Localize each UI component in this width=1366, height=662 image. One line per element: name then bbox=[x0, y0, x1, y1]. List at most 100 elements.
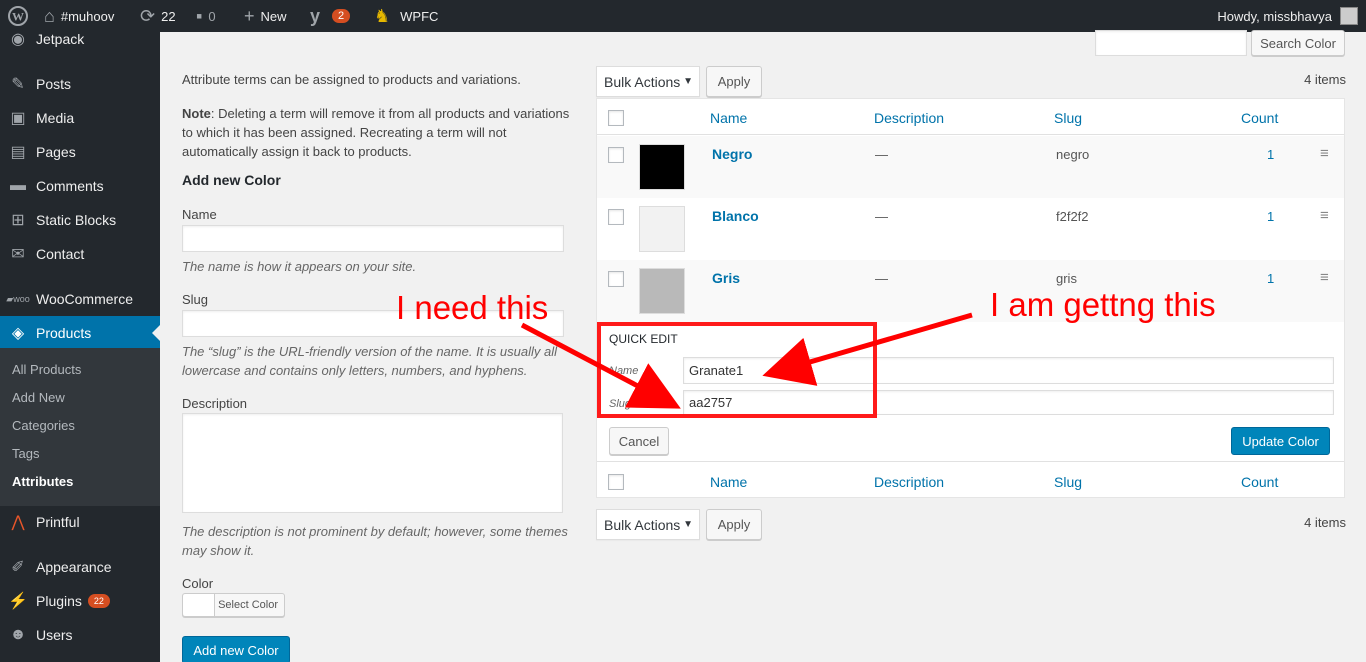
select-all-checkbox[interactable] bbox=[608, 110, 624, 126]
menu-printful[interactable]: ⋀ Printful bbox=[0, 505, 160, 539]
drag-handle-icon[interactable]: ≡ bbox=[1320, 269, 1329, 286]
intro-text: Attribute terms can be assigned to produ… bbox=[182, 72, 521, 87]
description-label: Description bbox=[182, 396, 248, 411]
name-label: Name bbox=[182, 207, 217, 222]
wpfc-link[interactable]: ♞ WPFC bbox=[374, 0, 438, 32]
select-color-button[interactable]: Select Color bbox=[182, 593, 285, 617]
yoast-icon: y bbox=[310, 5, 321, 26]
menu-appearance[interactable]: ✐ Appearance bbox=[0, 550, 160, 584]
column-name[interactable]: Name bbox=[710, 110, 747, 126]
term-name-link[interactable]: Gris bbox=[712, 270, 740, 286]
update-color-button[interactable]: Update Color bbox=[1231, 427, 1330, 455]
bulk-actions-label: Bulk Actions bbox=[604, 73, 681, 90]
annotation-right: I am gettng this bbox=[990, 286, 1216, 323]
yoast-badge: 2 bbox=[332, 9, 351, 23]
items-count-bottom: 4 items bbox=[1304, 515, 1346, 530]
bulk-actions-select-bottom[interactable]: Bulk Actions ▼ bbox=[596, 509, 700, 540]
submenu-categories[interactable]: Categories bbox=[12, 418, 75, 433]
apply-button-bottom[interactable]: Apply bbox=[706, 509, 762, 540]
wpfc-label: WPFC bbox=[400, 8, 439, 24]
cancel-button[interactable]: Cancel bbox=[609, 427, 669, 455]
drag-handle-icon[interactable]: ≡ bbox=[1320, 207, 1329, 224]
term-name-link[interactable]: Blanco bbox=[712, 208, 759, 224]
note-paragraph: Note: Deleting a term will remove it fro… bbox=[182, 104, 578, 161]
products-icon: ◈ bbox=[11, 325, 25, 342]
term-count-link[interactable]: 1 bbox=[1267, 271, 1274, 286]
add-new-color-button[interactable]: Add new Color bbox=[182, 636, 290, 662]
avatar bbox=[1340, 7, 1358, 25]
column-count[interactable]: Count bbox=[1241, 110, 1278, 126]
row-checkbox[interactable] bbox=[608, 271, 624, 287]
column-slug-footer[interactable]: Slug bbox=[1054, 474, 1082, 490]
menu-label: Comments bbox=[36, 178, 104, 194]
menu-plugins[interactable]: ⚡ Plugins 22 bbox=[0, 584, 160, 618]
row-checkbox[interactable] bbox=[608, 147, 624, 163]
caret-down-icon: ▼ bbox=[683, 76, 693, 87]
description-help: The description is not prominent by defa… bbox=[182, 524, 568, 558]
term-description: — bbox=[875, 271, 888, 286]
menu-posts[interactable]: ✎ Posts bbox=[0, 67, 160, 101]
updates-count: 22 bbox=[161, 8, 176, 24]
submenu-tags[interactable]: Tags bbox=[12, 446, 39, 461]
menu-products[interactable]: ◈ Products bbox=[0, 316, 160, 350]
menu-label: Media bbox=[36, 110, 75, 126]
cheetah-icon: ♞ bbox=[374, 5, 391, 26]
term-count-link[interactable]: 1 bbox=[1267, 147, 1274, 162]
drag-handle-icon[interactable]: ≡ bbox=[1320, 145, 1329, 162]
name-input[interactable] bbox=[182, 225, 564, 252]
menu-label: Jetpack bbox=[36, 31, 85, 47]
submenu-attributes[interactable]: Attributes bbox=[12, 474, 73, 489]
table-row: Negro — negro 1 ≡ bbox=[597, 136, 1344, 198]
menu-contact[interactable]: ✉ Contact bbox=[0, 237, 160, 271]
pages-icon: ▤ bbox=[10, 144, 26, 161]
user-icon: ☻ bbox=[9, 626, 27, 643]
new-label: New bbox=[260, 8, 287, 24]
media-icon: ▣ bbox=[10, 110, 26, 127]
table-footer: Name Description Slug Count bbox=[597, 463, 1344, 499]
color-swatch bbox=[639, 268, 685, 314]
menu-jetpack[interactable]: ◉ Jetpack bbox=[0, 22, 160, 56]
term-slug: gris bbox=[1056, 271, 1077, 286]
menu-static-blocks[interactable]: ⊞ Static Blocks bbox=[0, 203, 160, 237]
mail-icon: ✉ bbox=[11, 246, 25, 263]
caret-down-icon: ▼ bbox=[683, 519, 693, 530]
column-slug[interactable]: Slug bbox=[1054, 110, 1082, 126]
bulk-actions-select-top[interactable]: Bulk Actions ▼ bbox=[596, 66, 700, 97]
new-content-link[interactable]: + New bbox=[244, 0, 287, 32]
search-button[interactable]: Search Color bbox=[1251, 30, 1345, 56]
note-label: Note bbox=[182, 106, 211, 121]
menu-media[interactable]: ▣ Media bbox=[0, 101, 160, 135]
menu-users[interactable]: ☻ Users bbox=[0, 618, 160, 652]
column-count-footer[interactable]: Count bbox=[1241, 474, 1278, 490]
menu-label: Printful bbox=[36, 514, 80, 530]
description-textarea[interactable] bbox=[182, 413, 563, 513]
annotation-highlight-box bbox=[597, 322, 877, 418]
submenu-all-products[interactable]: All Products bbox=[12, 362, 81, 377]
term-name-link[interactable]: Negro bbox=[712, 146, 752, 162]
column-name-footer[interactable]: Name bbox=[710, 474, 747, 490]
account-menu[interactable]: Howdy, missbhavya bbox=[1217, 0, 1358, 32]
term-description: — bbox=[875, 147, 888, 162]
plugin-icon: ⚡ bbox=[8, 593, 28, 610]
row-checkbox[interactable] bbox=[608, 209, 624, 225]
yoast-link[interactable]: y 2 bbox=[310, 0, 351, 32]
table-row: Blanco — f2f2f2 1 ≡ bbox=[597, 198, 1344, 260]
comment-bubble-icon: ▪ bbox=[196, 5, 203, 26]
color-label: Color bbox=[182, 576, 214, 591]
apply-button-top[interactable]: Apply bbox=[706, 66, 762, 97]
menu-pages[interactable]: ▤ Pages bbox=[0, 135, 160, 169]
menu-woocommerce[interactable]: ▰woo WooCommerce bbox=[0, 282, 160, 316]
column-description-footer[interactable]: Description bbox=[874, 474, 944, 490]
column-description[interactable]: Description bbox=[874, 110, 944, 126]
search-input[interactable] bbox=[1095, 30, 1247, 56]
submenu-add-new[interactable]: Add New bbox=[12, 390, 65, 405]
name-help: The name is how it appears on your site. bbox=[182, 259, 417, 274]
plus-icon: + bbox=[244, 5, 255, 26]
term-count-link[interactable]: 1 bbox=[1267, 209, 1274, 224]
menu-comments[interactable]: ▬ Comments bbox=[0, 169, 160, 203]
term-description: — bbox=[875, 209, 888, 224]
select-all-checkbox-footer[interactable] bbox=[608, 474, 624, 490]
comments-link[interactable]: ▪ 0 bbox=[196, 0, 216, 32]
grid-icon: ⊞ bbox=[11, 212, 25, 229]
annotation-left: I need this bbox=[396, 289, 549, 326]
